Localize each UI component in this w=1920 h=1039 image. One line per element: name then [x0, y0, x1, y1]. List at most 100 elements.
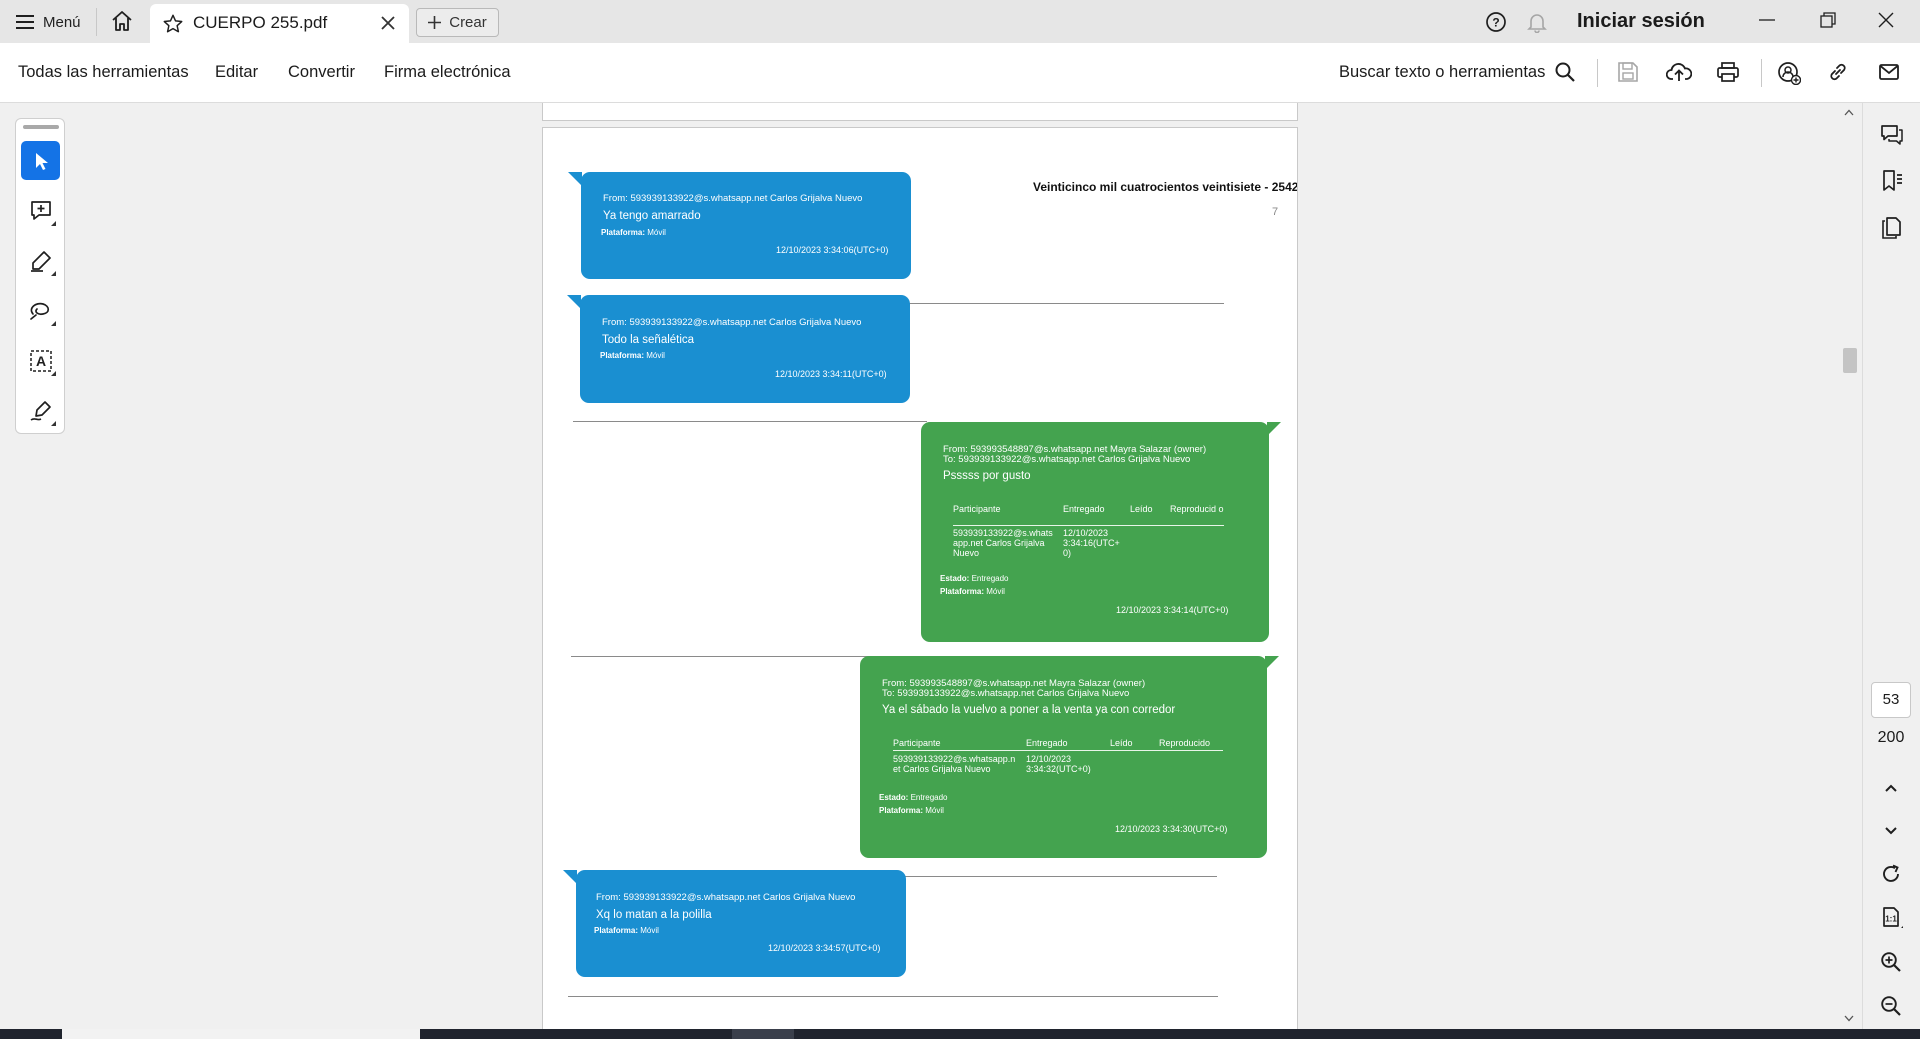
bubble-tail: [1267, 422, 1281, 436]
draw-tool[interactable]: [21, 291, 60, 330]
home-button[interactable]: [110, 10, 136, 34]
platform-value: Móvil: [647, 228, 666, 237]
table-header: Participante: [953, 504, 1001, 514]
current-page-input[interactable]: 53: [1871, 682, 1911, 718]
message-platform: Plataforma: Móvil: [940, 587, 1005, 596]
pages-thumbnails-icon[interactable]: [1880, 216, 1904, 240]
platform-value: Móvil: [986, 587, 1005, 596]
share-people-icon[interactable]: [1777, 61, 1801, 85]
status-value: Entregado: [910, 793, 948, 802]
sign-in-link[interactable]: Iniciar sesión: [1577, 10, 1705, 33]
close-window-button[interactable]: [1876, 10, 1896, 35]
svg-text:A: A: [35, 353, 45, 369]
table-header: Entregado: [1063, 504, 1105, 514]
taskbar-segment[interactable]: [732, 1029, 794, 1039]
message-status: Estado: Entregado: [940, 574, 1009, 583]
platform-label: Plataforma:: [600, 351, 645, 360]
rail-grip-handle[interactable]: [23, 125, 59, 129]
table-rule: [953, 525, 1224, 526]
bookmarks-icon[interactable]: [1880, 169, 1904, 193]
platform-label: Plataforma:: [879, 806, 924, 815]
star-icon[interactable]: [162, 13, 184, 35]
create-label: Crear: [449, 14, 487, 31]
message-bubble: From: 593993548897@s.whatsapp.net Mayra …: [921, 422, 1269, 642]
message-text: Ya tengo amarrado: [603, 210, 701, 222]
help-icon: ?: [1486, 12, 1506, 32]
zoom-out-icon[interactable]: [1880, 995, 1902, 1017]
message-text: Todo la señalética: [602, 334, 695, 346]
message-timestamp: 12/10/2023 3:34:30(UTC+0): [1115, 824, 1228, 834]
search-tools-label[interactable]: Buscar texto o herramientas: [1339, 63, 1545, 82]
bubble-tail: [568, 172, 582, 186]
minimize-button[interactable]: [1757, 10, 1777, 35]
message-timestamp: 12/10/2023 3:34:14(UTC+0): [1116, 605, 1229, 615]
upload-cloud-icon[interactable]: [1666, 61, 1692, 83]
platform-label: Plataforma:: [601, 228, 646, 237]
email-icon[interactable]: [1878, 61, 1900, 83]
scrollbar-thumb[interactable]: [1843, 348, 1857, 373]
cursor-arrow-icon: [35, 152, 48, 170]
zoom-in-icon[interactable]: [1880, 951, 1902, 973]
all-tools-menu[interactable]: Todas las herramientas: [18, 63, 189, 82]
table-cell: 593939133922@s.whats app.net Carlos Grij…: [953, 528, 1053, 558]
platform-value: Móvil: [646, 351, 665, 360]
message-platform: Plataforma: Móvil: [594, 926, 659, 935]
title-bar: Menú CUERPO 255.pdf Crear ? Iniciar sesi…: [0, 0, 1920, 43]
select-tool[interactable]: [21, 141, 60, 180]
message-text: Ya el sábado la vuelvo a poner a la vent…: [882, 704, 1176, 716]
separator-line: [908, 303, 1224, 304]
message-text: Xq lo matan a la polilla: [596, 909, 712, 921]
sign-tool[interactable]: [21, 391, 60, 430]
e-signature-menu[interactable]: Firma electrónica: [384, 63, 511, 82]
text-select-tool[interactable]: A: [21, 341, 60, 380]
message-sender: From: 593939133922@s.whatsapp.net Carlos…: [596, 892, 856, 903]
svg-text:1:1: 1:1: [1885, 915, 1897, 924]
divider: [1761, 59, 1762, 87]
tab-title: CUERPO 255.pdf: [193, 13, 328, 32]
document-tab[interactable]: CUERPO 255.pdf: [150, 4, 409, 43]
expand-corner-icon: [51, 371, 56, 376]
create-button[interactable]: Crear: [416, 8, 499, 37]
close-tab-icon[interactable]: [380, 15, 396, 31]
print-icon[interactable]: [1716, 61, 1740, 83]
restore-icon: [1820, 12, 1836, 28]
expand-corner-icon: [51, 421, 56, 426]
minimize-icon: [1759, 19, 1775, 21]
page-corner-mark: 7: [1272, 206, 1279, 218]
help-button[interactable]: ?: [1485, 11, 1507, 38]
vertical-scrollbar[interactable]: [1840, 103, 1858, 1029]
previous-page-icon[interactable]: [1880, 778, 1902, 800]
message-timestamp: 12/10/2023 3:34:11(UTC+0): [775, 369, 887, 379]
message-platform: Plataforma: Móvil: [879, 806, 944, 815]
separator-line: [573, 421, 927, 422]
highlighter-icon: [30, 250, 51, 272]
taskbar-segment[interactable]: [62, 1029, 420, 1039]
convert-menu[interactable]: Convertir: [288, 63, 355, 82]
save-icon[interactable]: [1617, 61, 1639, 83]
scroll-down-arrow-icon[interactable]: [1844, 1015, 1854, 1022]
edit-menu[interactable]: Editar: [215, 63, 258, 82]
rotate-icon[interactable]: [1880, 863, 1902, 885]
message-bubble: From: 593993548897@s.whatsapp.net Mayra …: [860, 656, 1267, 858]
notifications-button[interactable]: [1526, 11, 1548, 38]
svg-text:?: ?: [1492, 16, 1499, 30]
add-comment-tool[interactable]: [21, 191, 60, 230]
restore-button[interactable]: [1818, 10, 1838, 35]
search-icon[interactable]: [1554, 61, 1576, 83]
close-icon: [1878, 12, 1894, 28]
scroll-up-arrow-icon[interactable]: [1844, 109, 1854, 116]
os-taskbar: [0, 1029, 1920, 1039]
home-icon: [112, 11, 132, 31]
table-header: Reproducido: [1159, 738, 1211, 748]
menu-button[interactable]: Menú: [16, 11, 81, 33]
bubble-tail: [1265, 656, 1279, 670]
link-icon[interactable]: [1827, 61, 1849, 83]
highlight-tool[interactable]: [21, 241, 60, 280]
total-pages: 200: [1877, 729, 1905, 746]
comments-icon[interactable]: [1880, 123, 1904, 147]
fit-page-icon[interactable]: 1:1: [1880, 906, 1904, 930]
table-header: Entregado: [1026, 738, 1068, 748]
message-sender: From: 593939133922@s.whatsapp.net Carlos…: [603, 193, 863, 204]
freehand-draw-icon: [29, 302, 49, 320]
next-page-icon[interactable]: [1880, 819, 1902, 841]
